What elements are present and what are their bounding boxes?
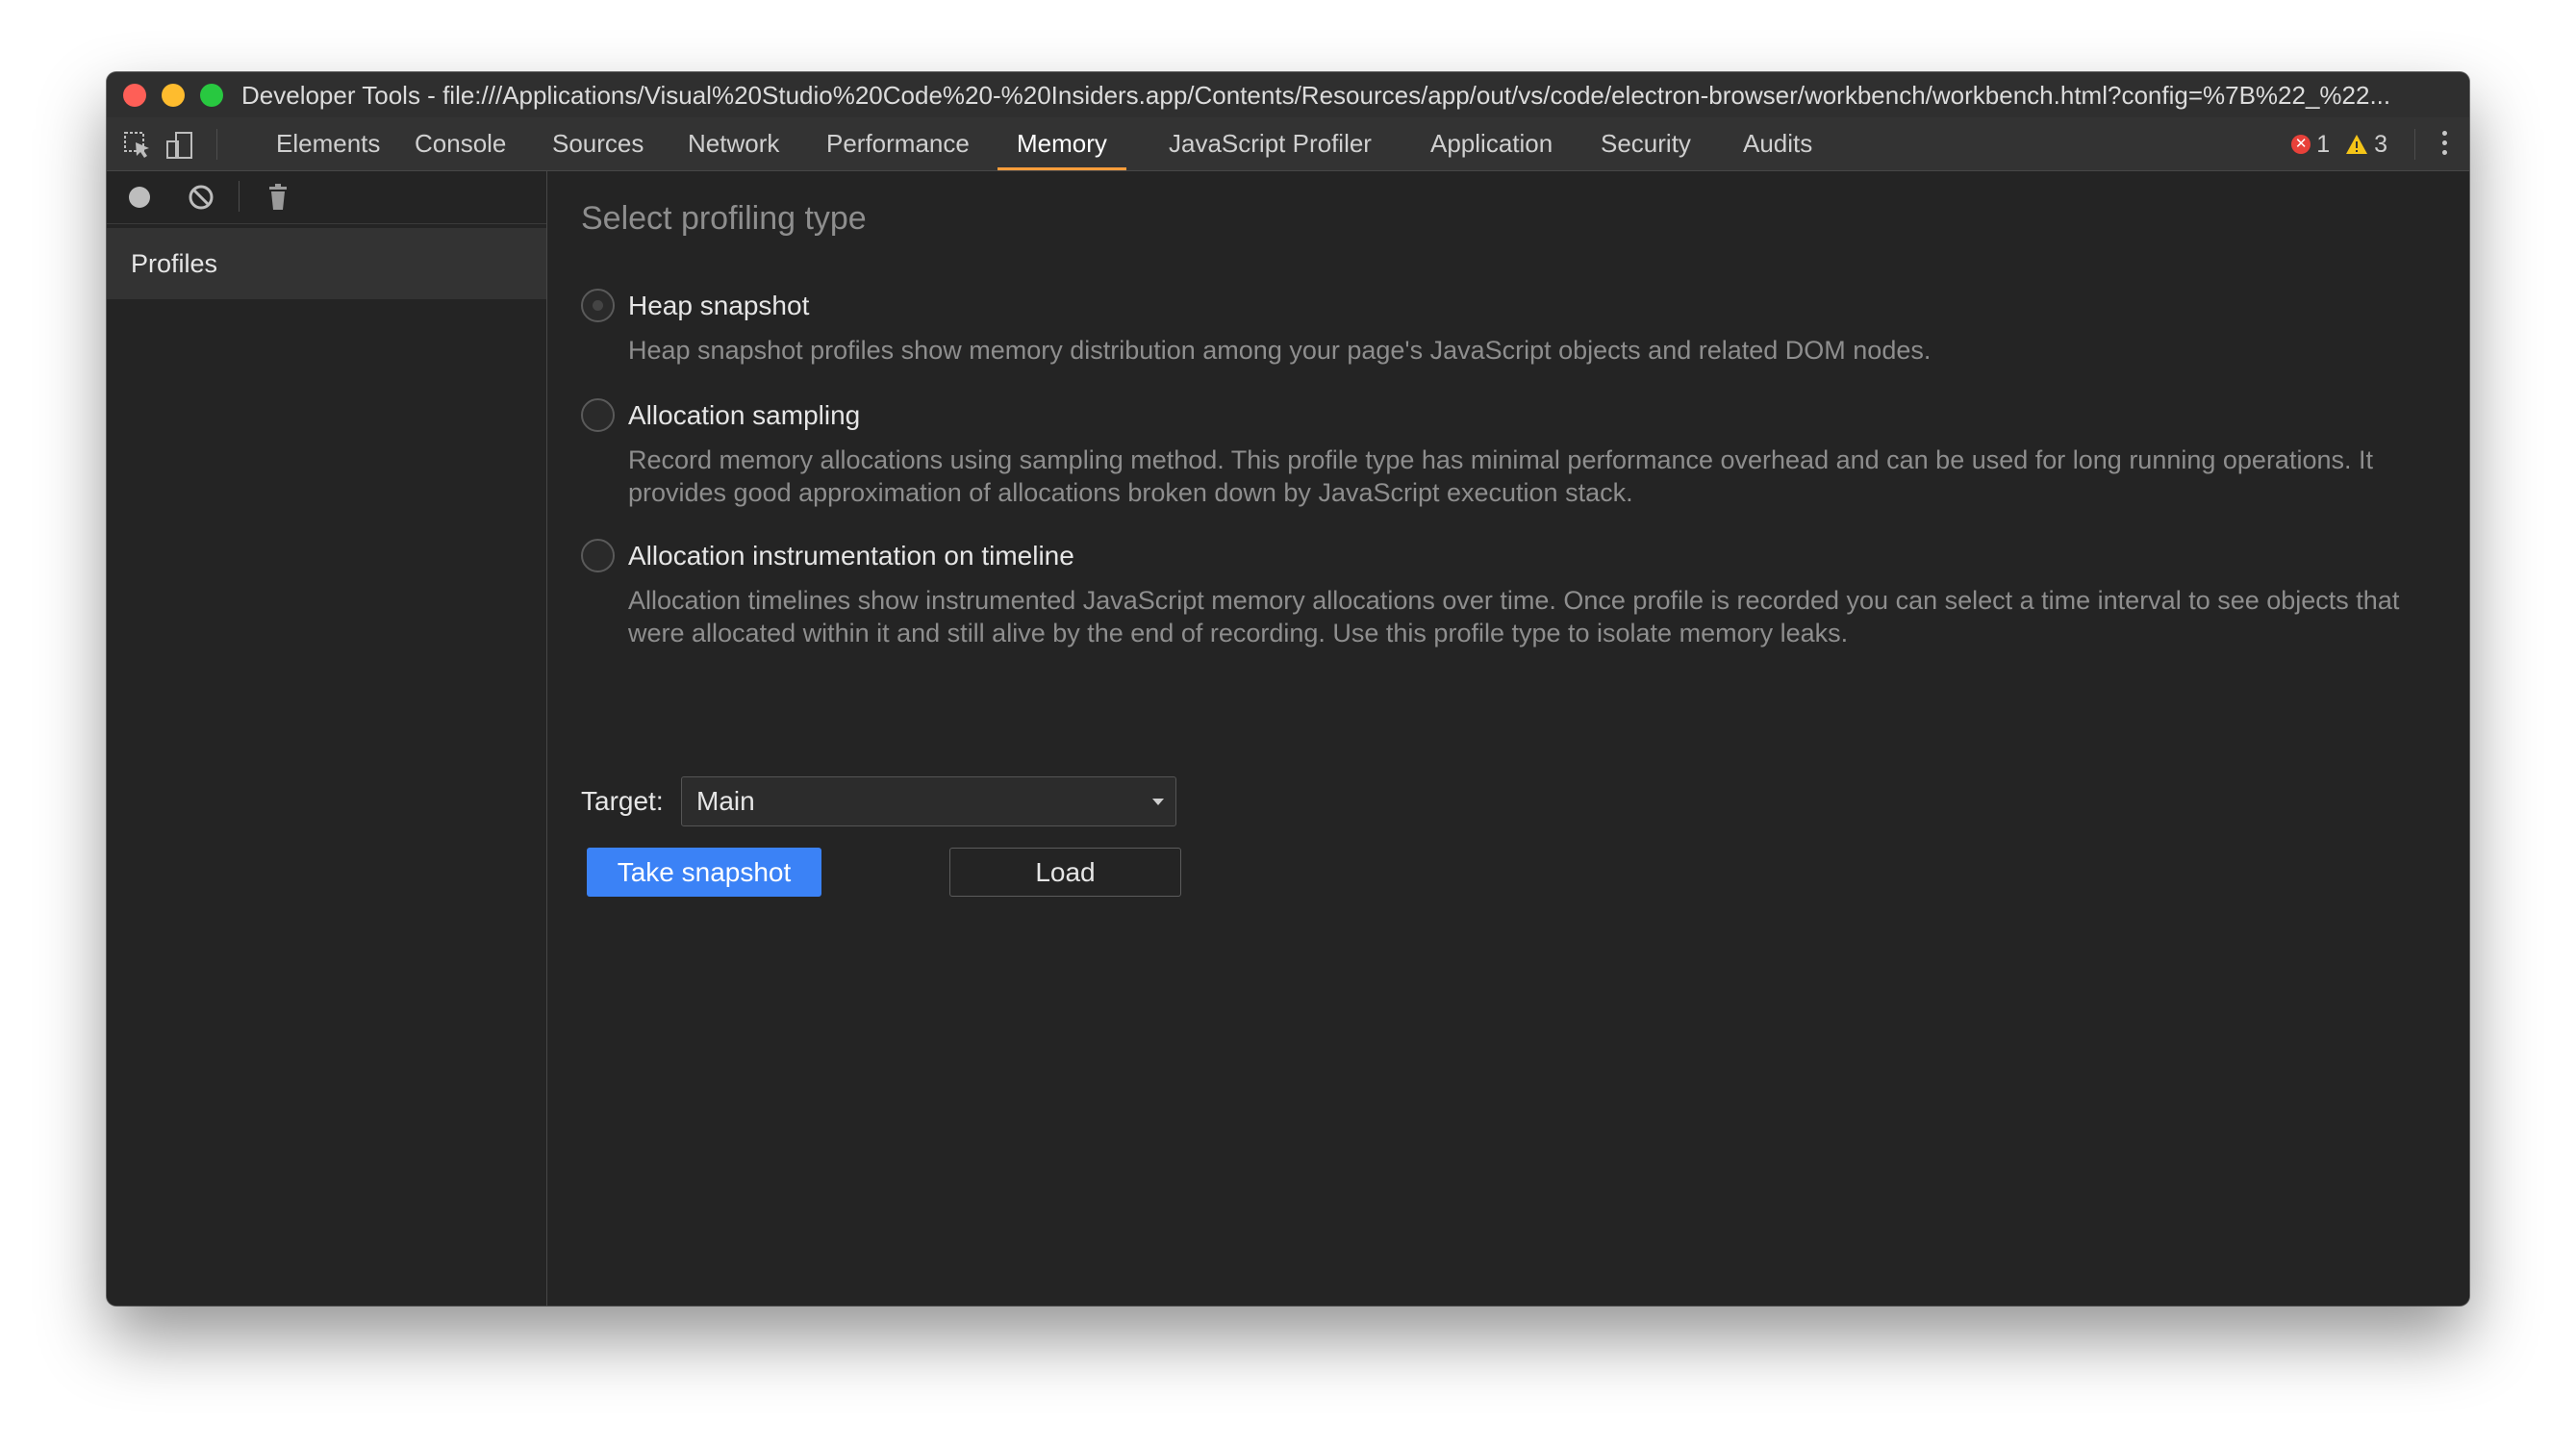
device-toolbar-icon[interactable]: [164, 130, 195, 161]
take-snapshot-button[interactable]: Take snapshot: [587, 848, 821, 897]
tab-application[interactable]: Application: [1411, 117, 1572, 170]
maximize-window-button[interactable]: [200, 84, 223, 107]
devtools-toolbar: Elements Console Sources Network Perform…: [107, 117, 2469, 171]
close-window-button[interactable]: [123, 84, 146, 107]
inspect-element-icon[interactable]: [122, 130, 153, 161]
warning-count: 3: [2374, 130, 2387, 158]
heap-snapshot-radio[interactable]: [581, 289, 615, 322]
tab-sources[interactable]: Sources: [533, 117, 663, 170]
record-icon[interactable]: [124, 182, 155, 213]
minimize-window-button[interactable]: [162, 84, 185, 107]
option-description: Record memory allocations using sampling…: [628, 445, 2373, 507]
target-label: Target:: [581, 786, 664, 816]
option-label[interactable]: Allocation instrumentation on timeline: [628, 541, 1074, 571]
tab-console[interactable]: Console: [395, 117, 525, 170]
profiling-panel: Select profiling type Heap snapshot Heap…: [547, 171, 2469, 1306]
toolbar-divider: [239, 181, 240, 212]
clear-icon[interactable]: [186, 182, 216, 213]
allocation-sampling-radio[interactable]: [581, 398, 615, 432]
devtools-window: Developer Tools - file:///Applications/V…: [107, 72, 2469, 1306]
profiles-header[interactable]: Profiles: [107, 228, 546, 299]
error-count: 1: [2316, 130, 2331, 158]
dropdown-arrow-icon: [1152, 799, 1164, 805]
target-select-value: Main: [696, 786, 755, 816]
toolbar-divider: [2414, 129, 2415, 160]
tab-memory[interactable]: Memory: [998, 117, 1126, 170]
issues-counter[interactable]: ✕ 1 3: [2291, 131, 2397, 158]
option-description: Allocation timelines show instrumented J…: [628, 586, 2400, 647]
target-select[interactable]: Main: [681, 776, 1176, 826]
warning-icon: [2346, 135, 2368, 154]
tab-performance[interactable]: Performance: [807, 117, 989, 170]
title-bar: Developer Tools - file:///Applications/V…: [107, 72, 2469, 118]
profiles-sidebar: Profiles: [107, 171, 547, 1306]
sidebar-toolbar: [107, 171, 546, 224]
option-allocation-timeline[interactable]: Allocation instrumentation on timeline A…: [581, 539, 2412, 654]
section-title: Select profiling type: [581, 200, 867, 237]
tab-javascript-profiler[interactable]: JavaScript Profiler: [1149, 117, 1391, 170]
allocation-timeline-radio[interactable]: [581, 539, 615, 572]
option-description: Heap snapshot profiles show memory distr…: [628, 336, 1932, 365]
option-label[interactable]: Allocation sampling: [628, 400, 860, 431]
load-button[interactable]: Load: [949, 848, 1181, 897]
window-title: Developer Tools - file:///Applications/V…: [241, 81, 2391, 110]
tab-audits[interactable]: Audits: [1724, 117, 1831, 170]
tab-security[interactable]: Security: [1581, 117, 1710, 170]
option-label[interactable]: Heap snapshot: [628, 291, 809, 321]
option-heap-snapshot[interactable]: Heap snapshot Heap snapshot profiles sho…: [581, 289, 2412, 375]
tab-network[interactable]: Network: [669, 117, 798, 170]
more-options-icon[interactable]: [2440, 131, 2448, 158]
option-allocation-sampling[interactable]: Allocation sampling Record memory alloca…: [581, 398, 2412, 514]
error-icon: ✕: [2291, 135, 2311, 154]
trash-icon[interactable]: [263, 182, 293, 213]
tab-elements[interactable]: Elements: [257, 117, 399, 170]
toolbar-divider: [216, 129, 217, 160]
